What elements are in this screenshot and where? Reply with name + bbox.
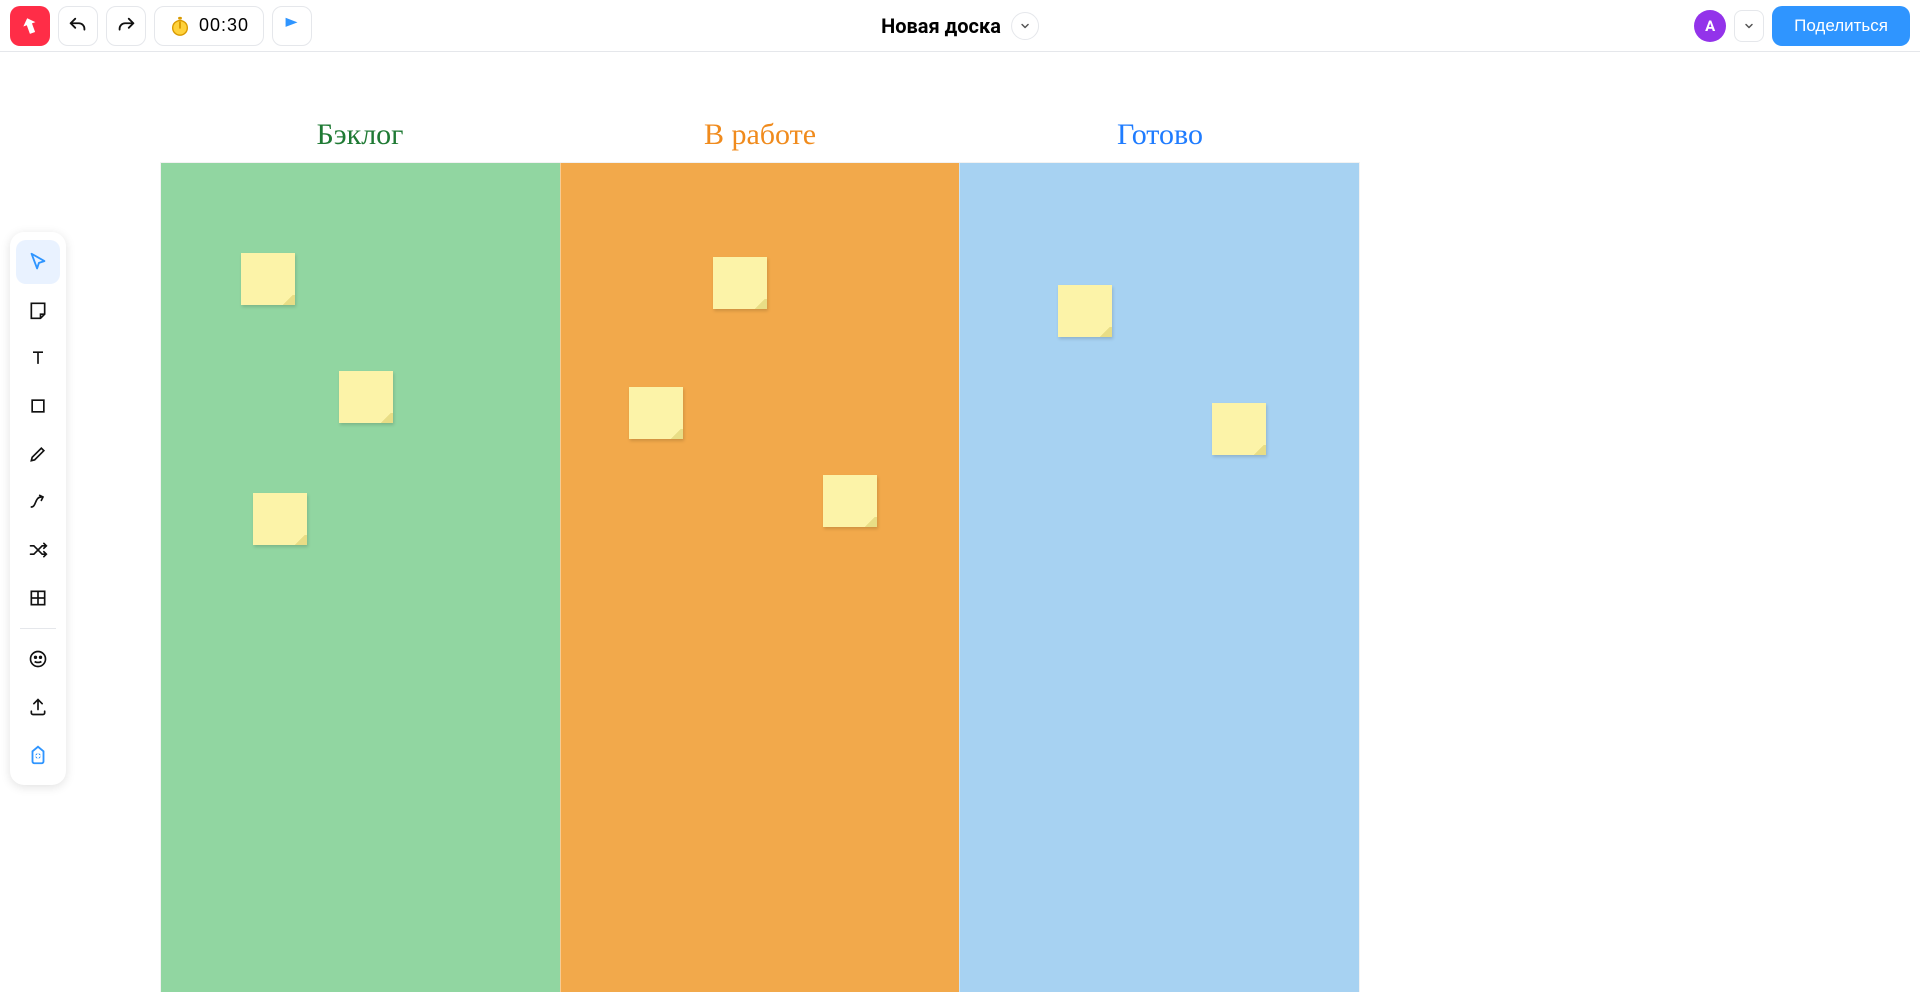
grid-icon bbox=[28, 588, 48, 608]
presence-menu-button[interactable] bbox=[1734, 10, 1764, 42]
sticky-note[interactable] bbox=[339, 371, 393, 423]
sticky-note[interactable] bbox=[1058, 285, 1112, 337]
app-logo[interactable] bbox=[10, 6, 50, 46]
kanban-column[interactable] bbox=[161, 163, 560, 992]
pointer-flag-icon bbox=[281, 15, 303, 37]
header-right: A Поделиться bbox=[1694, 6, 1910, 46]
logo-icon bbox=[19, 15, 41, 37]
stopwatch-icon bbox=[169, 15, 191, 37]
shape-tool[interactable] bbox=[16, 384, 60, 428]
select-tool[interactable] bbox=[16, 240, 60, 284]
column-header[interactable]: Готово bbox=[960, 118, 1360, 152]
frame-tool[interactable] bbox=[16, 576, 60, 620]
pointer-mode-button[interactable] bbox=[272, 6, 312, 46]
timer-value: 00:30 bbox=[199, 15, 249, 36]
shuffle-tool[interactable] bbox=[16, 528, 60, 572]
sticky-note[interactable] bbox=[629, 387, 683, 439]
smiley-icon bbox=[28, 649, 48, 669]
redo-button[interactable] bbox=[106, 6, 146, 46]
note-icon bbox=[28, 300, 48, 320]
board-canvas[interactable]: БэклогВ работеГотово bbox=[0, 52, 1920, 992]
sticky-note[interactable] bbox=[823, 475, 877, 527]
column-header[interactable]: В работе bbox=[560, 118, 960, 152]
import-icon bbox=[27, 744, 49, 766]
avatar-initial: A bbox=[1705, 17, 1715, 35]
shuffle-icon bbox=[28, 540, 48, 560]
pen-icon bbox=[28, 444, 48, 464]
cursor-icon bbox=[27, 251, 49, 273]
app-header: 00:30 Новая доска A Поделиться bbox=[0, 0, 1920, 52]
timer-button[interactable]: 00:30 bbox=[154, 6, 264, 46]
pen-tool[interactable] bbox=[16, 432, 60, 476]
board-title[interactable]: Новая доска bbox=[881, 14, 1001, 38]
sticky-note[interactable] bbox=[241, 253, 295, 305]
redo-icon bbox=[115, 15, 137, 37]
share-button[interactable]: Поделиться bbox=[1772, 6, 1910, 46]
board-menu-button[interactable] bbox=[1011, 12, 1039, 40]
kanban-board[interactable]: БэклогВ работеГотово bbox=[160, 107, 1360, 992]
sticky-tool[interactable] bbox=[16, 288, 60, 332]
user-avatar[interactable]: A bbox=[1694, 10, 1726, 42]
curve-icon bbox=[28, 492, 48, 512]
toolbar bbox=[10, 232, 66, 785]
board-title-group: Новая доска bbox=[881, 12, 1039, 40]
chevron-down-icon bbox=[1019, 20, 1031, 32]
connector-tool[interactable] bbox=[16, 480, 60, 524]
kanban-column[interactable] bbox=[560, 163, 960, 992]
sticky-note[interactable] bbox=[713, 257, 767, 309]
stamp-tool[interactable] bbox=[16, 637, 60, 681]
kanban-columns bbox=[160, 162, 1360, 992]
column-header[interactable]: Бэклог bbox=[160, 118, 560, 152]
import-tool[interactable] bbox=[16, 733, 60, 777]
square-icon bbox=[28, 396, 48, 416]
chevron-down-icon bbox=[1743, 20, 1755, 32]
export-tool[interactable] bbox=[16, 685, 60, 729]
kanban-column[interactable] bbox=[959, 163, 1359, 992]
undo-button[interactable] bbox=[58, 6, 98, 46]
export-icon bbox=[28, 697, 48, 717]
toolbar-separator bbox=[20, 628, 56, 629]
kanban-headers: БэклогВ работеГотово bbox=[160, 107, 1360, 162]
sticky-note[interactable] bbox=[1212, 403, 1266, 455]
text-tool[interactable] bbox=[16, 336, 60, 380]
undo-icon bbox=[67, 15, 89, 37]
sticky-note[interactable] bbox=[253, 493, 307, 545]
text-icon bbox=[28, 348, 48, 368]
